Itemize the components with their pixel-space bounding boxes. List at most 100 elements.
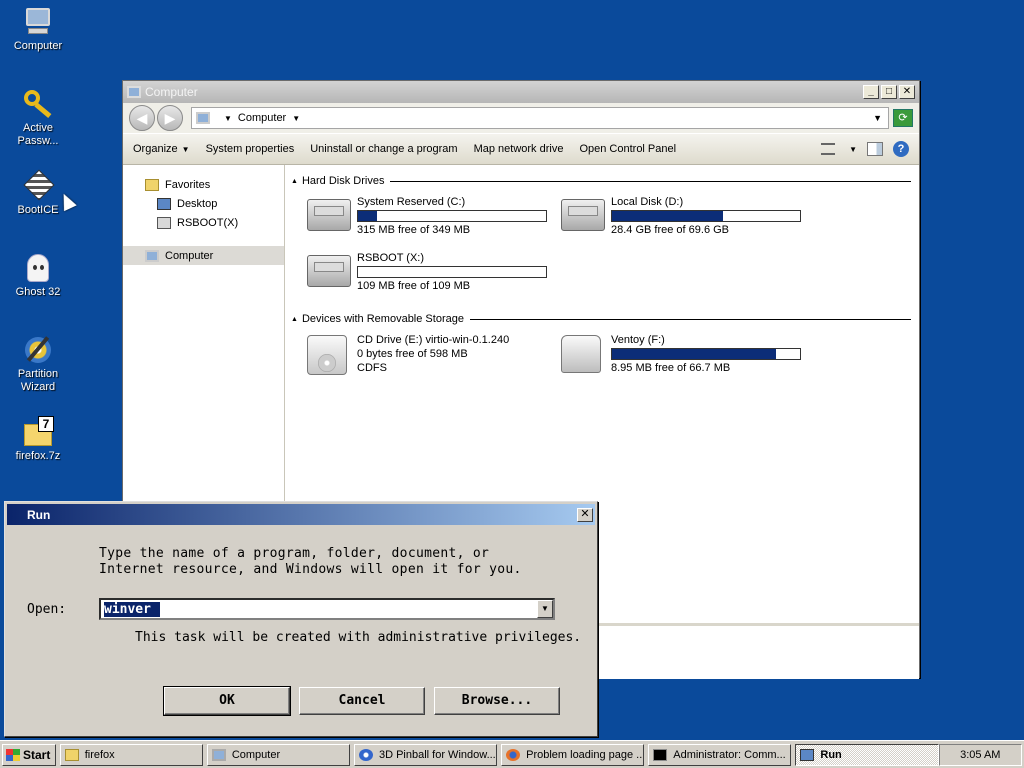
desktop-icon-label: firefox.7z xyxy=(15,450,61,462)
computer-icon xyxy=(211,748,226,761)
run-titlebar[interactable]: Run ✕ xyxy=(7,504,595,525)
view-dropdown-icon[interactable]: ▼ xyxy=(849,145,857,154)
taskbar: Start firefox Computer 3D Pinball for Wi… xyxy=(0,740,1024,768)
drive-name: RSBOOT (X:) xyxy=(357,252,425,264)
run-dialog: Run ✕ Type the name of a program, folder… xyxy=(4,501,598,737)
collapse-triangle-icon: ▲ xyxy=(291,315,298,323)
run-title: Run xyxy=(27,507,51,522)
drive-free-space: 28.4 GB free of 69.6 GB xyxy=(611,224,730,236)
organize-button[interactable]: Organize ▼ xyxy=(133,143,190,155)
back-button[interactable]: ◀ xyxy=(129,105,155,131)
desktop-icon xyxy=(157,197,171,210)
taskbar-item-computer[interactable]: Computer xyxy=(206,743,350,766)
address-bar[interactable]: ▼ Computer ▼ ▼ xyxy=(191,107,889,129)
drive-free-space: 315 MB free of 349 MB xyxy=(357,224,471,236)
computer-icon xyxy=(145,249,159,262)
run-open-input[interactable] xyxy=(104,601,524,617)
open-control-panel-button[interactable]: Open Control Panel xyxy=(579,143,676,155)
browse-button[interactable]: Browse... xyxy=(434,687,560,715)
cmd-icon xyxy=(653,748,668,761)
cancel-button[interactable]: Cancel xyxy=(299,687,425,715)
group-header-removable[interactable]: ▲ Devices with Removable Storage xyxy=(291,311,911,327)
system-properties-button[interactable]: System properties xyxy=(206,143,295,155)
preview-pane-icon[interactable] xyxy=(867,142,883,156)
taskbar-item-firefox[interactable]: Problem loading page ... xyxy=(501,743,645,766)
drive-e-cd[interactable]: CD Drive (E:) virtio-win-0.1.240 0 bytes… xyxy=(307,333,561,389)
breadcrumb-chevron-icon[interactable]: ▼ xyxy=(224,114,232,123)
drive-usage-bar xyxy=(611,348,801,360)
archive-icon: 7 xyxy=(22,416,54,448)
address-dropdown-icon[interactable]: ▼ xyxy=(873,113,882,123)
drive-name: CD Drive (E:) virtio-win-0.1.240 xyxy=(357,334,510,346)
desktop-icon-label: Ghost 32 xyxy=(15,286,61,298)
desktop-icon-partition-wizard[interactable]: Partition Wizard xyxy=(3,334,73,394)
map-network-drive-button[interactable]: Map network drive xyxy=(474,143,564,155)
drive-name: System Reserved (C:) xyxy=(357,196,466,208)
bootice-icon xyxy=(22,169,55,202)
drive-filesystem: CDFS xyxy=(357,362,387,374)
drive-x[interactable]: RSBOOT (X:) 109 MB free of 109 MB xyxy=(307,251,561,307)
maximize-button[interactable]: □ xyxy=(881,85,897,99)
drive-c[interactable]: System Reserved (C:) 315 MB free of 349 … xyxy=(307,195,561,251)
computer-icon xyxy=(196,112,210,124)
run-close-button[interactable]: ✕ xyxy=(577,507,593,522)
hard-disk-icon xyxy=(307,255,351,287)
windows-logo-icon xyxy=(6,748,20,761)
desktop-icon-computer[interactable]: Computer xyxy=(3,6,73,53)
drive-usage-bar xyxy=(357,210,547,222)
breadcrumb-computer[interactable]: Computer xyxy=(238,112,286,124)
help-icon[interactable]: ? xyxy=(893,141,909,157)
taskbar-item-firefox-folder[interactable]: firefox xyxy=(59,743,203,766)
nav-computer[interactable]: Computer xyxy=(123,246,284,265)
system-tray-clock[interactable]: 3:05 AM xyxy=(938,743,1023,766)
drive-free-space: 0 bytes free of 598 MB xyxy=(357,348,468,360)
breadcrumb-chevron-icon[interactable]: ▼ xyxy=(292,114,300,123)
address-bar-row: ◀ ▶ ▼ Computer ▼ ▼ ⟳ xyxy=(123,103,919,133)
close-button[interactable]: ✕ xyxy=(899,85,915,99)
open-label: Open: xyxy=(27,602,67,617)
run-open-combobox[interactable]: ▼ xyxy=(99,598,555,620)
taskbar-item-pinball[interactable]: 3D Pinball for Window... xyxy=(353,743,498,766)
refresh-button[interactable]: ⟳ xyxy=(893,109,913,127)
computer-icon xyxy=(22,6,54,38)
taskbar-item-run[interactable]: Run xyxy=(795,743,939,766)
drive-name: Ventoy (F:) xyxy=(611,334,665,346)
chevron-down-icon[interactable]: ▼ xyxy=(537,600,553,618)
group-header-hdd[interactable]: ▲ Hard Disk Drives xyxy=(291,173,911,189)
start-button[interactable]: Start xyxy=(2,743,56,766)
partition-wizard-icon xyxy=(22,334,54,366)
key-icon xyxy=(22,88,54,120)
drive-f-ventoy[interactable]: Ventoy (F:) 8.95 MB free of 66.7 MB xyxy=(561,333,815,389)
desktop-icon-label: Computer xyxy=(13,40,63,52)
command-bar: Organize ▼ System properties Uninstall or… xyxy=(123,133,919,165)
drive-icon xyxy=(157,216,171,229)
window-title: Computer xyxy=(145,85,198,99)
explorer-titlebar[interactable]: Computer _ □ ✕ xyxy=(123,81,919,103)
minimize-button[interactable]: _ xyxy=(863,85,879,99)
nav-favorites[interactable]: Favorites xyxy=(123,175,284,194)
hard-disk-icon xyxy=(561,199,605,231)
nav-desktop[interactable]: Desktop xyxy=(123,194,284,213)
computer-icon xyxy=(127,86,141,98)
desktop-icon-firefox-7z[interactable]: 7 firefox.7z xyxy=(3,416,73,463)
ok-button[interactable]: OK xyxy=(163,686,291,716)
change-view-icon[interactable] xyxy=(821,143,836,155)
pinball-icon xyxy=(358,748,373,761)
run-icon xyxy=(800,748,815,761)
favorites-icon xyxy=(145,178,159,191)
desktop-icon-active-password[interactable]: Active Passw... xyxy=(3,88,73,148)
run-instructions: Type the name of a program, folder, docu… xyxy=(99,546,522,577)
taskbar-item-cmd[interactable]: Administrator: Comm... xyxy=(648,743,792,766)
nav-rsboot[interactable]: RSBOOT(X) xyxy=(123,213,284,232)
forward-button[interactable]: ▶ xyxy=(157,105,183,131)
collapse-triangle-icon: ▲ xyxy=(291,177,298,185)
desktop-icon-ghost[interactable]: Ghost 32 xyxy=(3,252,73,299)
desktop-icon-label: Partition Wizard xyxy=(17,368,59,393)
admin-privileges-note: This task will be created with administr… xyxy=(135,630,582,645)
desktop-icon-label: Active Passw... xyxy=(17,122,59,147)
ghost-icon xyxy=(22,252,54,284)
drive-free-space: 109 MB free of 109 MB xyxy=(357,280,471,292)
firefox-icon xyxy=(506,748,521,761)
drive-d[interactable]: Local Disk (D:) 28.4 GB free of 69.6 GB xyxy=(561,195,815,251)
uninstall-program-button[interactable]: Uninstall or change a program xyxy=(310,143,457,155)
